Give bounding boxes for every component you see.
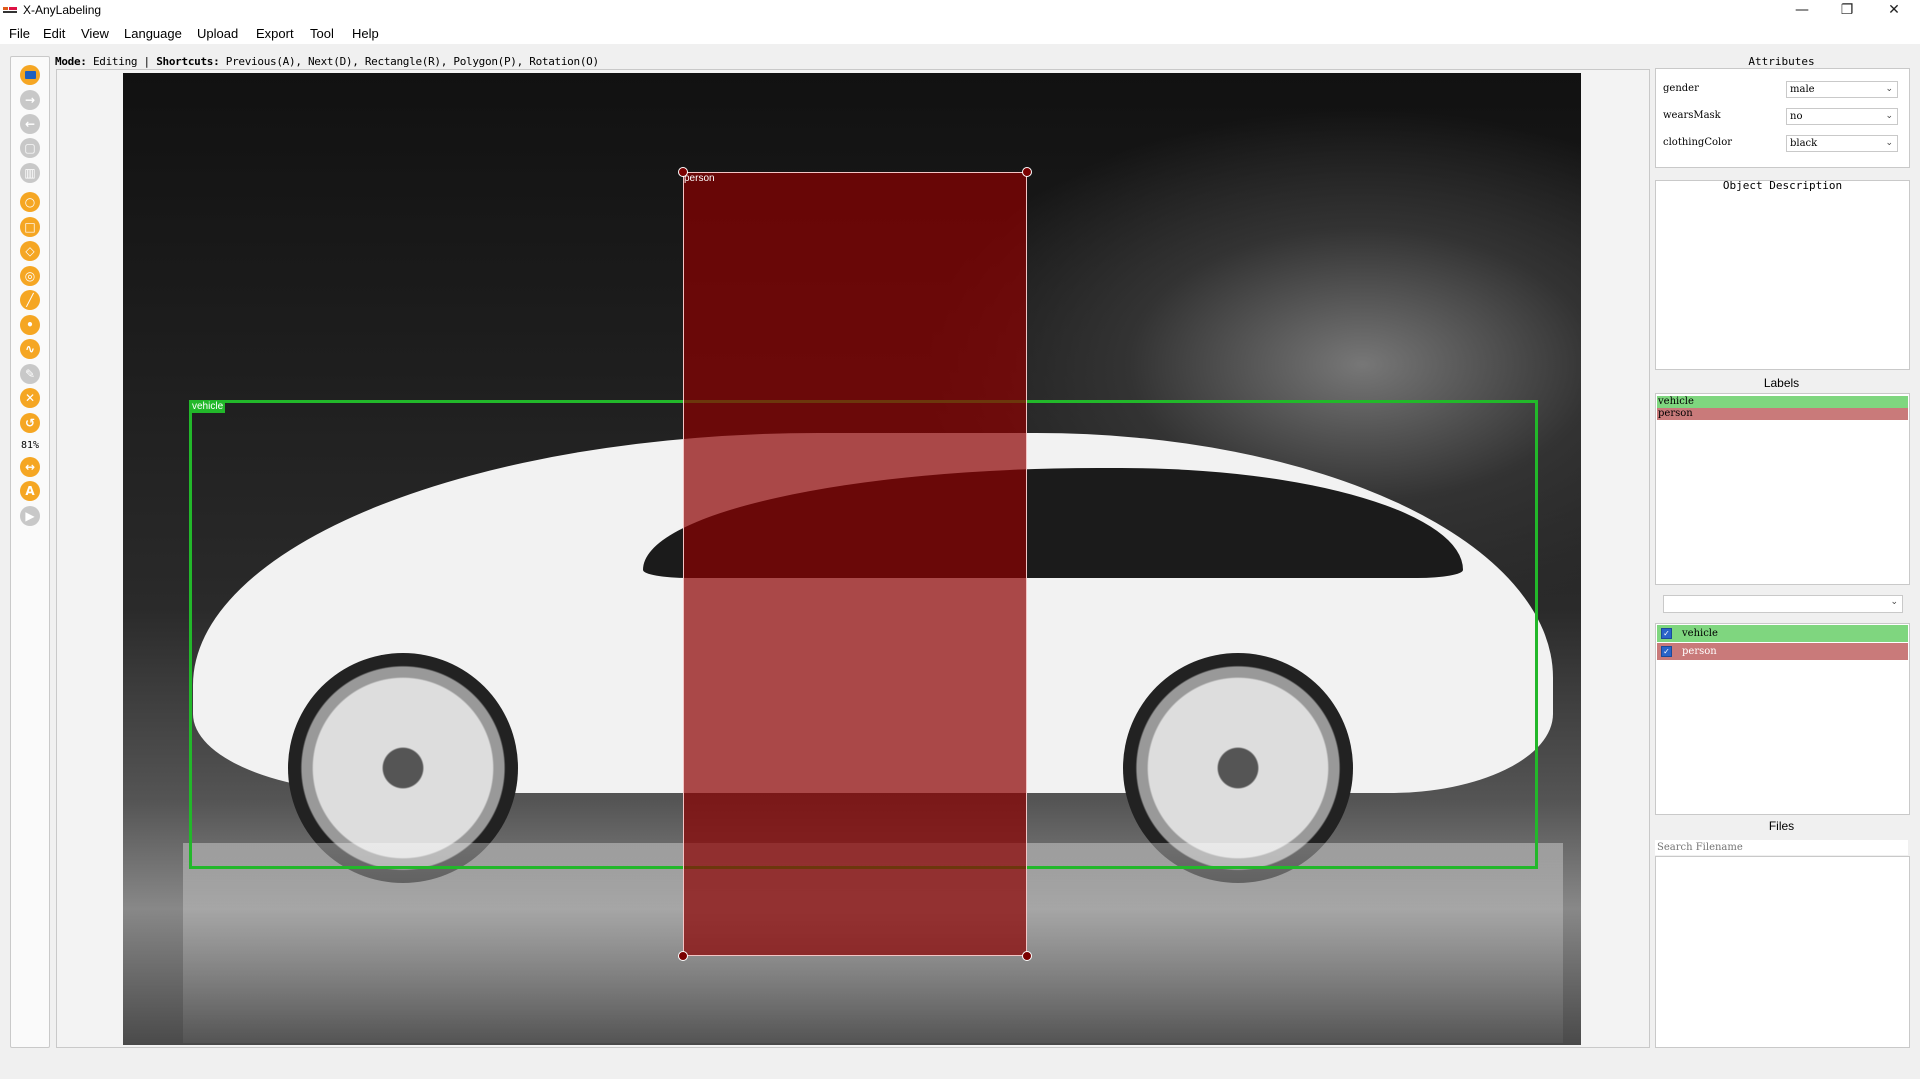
undo-icon[interactable]: ↺ — [18, 411, 42, 435]
files-title: Files — [1768, 819, 1795, 833]
menu-bar: File Edit View Language Upload Export To… — [0, 22, 1920, 44]
label-filter-combo[interactable]: ⌄ — [1663, 595, 1903, 613]
linestrip-icon[interactable]: ∿ — [18, 337, 42, 361]
object-description-title: Object Description — [1722, 179, 1843, 192]
attr-name-wearsmask: wearsMask — [1663, 110, 1721, 121]
app-logo-icon — [3, 5, 17, 15]
fit-width-icon[interactable]: ↔ — [18, 455, 42, 479]
shape-item-person[interactable]: ✓ person — [1657, 643, 1908, 660]
tool-bar: → ← ▢ ▥ ○ □ ◇ ◎ ╱ • ∿ ✎ ✕ ↺ 81% ↔ A ▶ — [10, 56, 50, 1048]
person-bounding-box[interactable] — [683, 172, 1027, 956]
shortcuts-key: Shortcuts: — [156, 55, 220, 68]
attr-select-gender[interactable]: male ⌄ — [1786, 81, 1898, 98]
mode-value: Editing — [92, 55, 138, 68]
vehicle-box-label: vehicle — [190, 401, 226, 413]
menu-upload[interactable]: Upload — [197, 26, 238, 41]
attr-select-wearsmask[interactable]: no ⌄ — [1786, 108, 1898, 125]
window-title: X-AnyLabeling — [23, 3, 102, 17]
attr-name-gender: gender — [1663, 83, 1699, 94]
object-description-panel[interactable]: Object Description — [1655, 179, 1910, 370]
attributes-panel: gender male ⌄ wearsMask no ⌄ clothingColor… — [1655, 68, 1910, 168]
circle-icon[interactable]: ○ — [18, 190, 42, 214]
zoom-level[interactable]: 81% — [11, 440, 49, 451]
menu-view[interactable]: View — [81, 26, 109, 41]
label-item-person[interactable]: person — [1657, 408, 1908, 420]
next-icon[interactable]: → — [18, 88, 42, 112]
open-folder-icon[interactable] — [18, 63, 42, 87]
title-bar: X-AnyLabeling — ❐ ✕ — [0, 0, 1920, 22]
menu-tool[interactable]: Tool — [310, 26, 334, 41]
mode-key: Mode: — [55, 55, 87, 68]
line-icon[interactable]: ╱ — [18, 288, 42, 312]
restore-icon[interactable]: ❐ — [1825, 0, 1869, 22]
delete-icon[interactable]: ▥ — [18, 161, 42, 185]
resize-handle-top-right[interactable] — [1022, 167, 1032, 177]
menu-language[interactable]: Language — [124, 26, 182, 41]
menu-help[interactable]: Help — [352, 26, 379, 41]
shape-item-vehicle[interactable]: ✓ vehicle — [1657, 625, 1908, 642]
checkbox-icon[interactable]: ✓ — [1661, 646, 1672, 657]
resize-handle-bottom-right[interactable] — [1022, 951, 1032, 961]
rotation-icon[interactable]: ◎ — [18, 264, 42, 288]
close-icon[interactable]: ✕ — [18, 386, 42, 410]
label-item-vehicle[interactable]: vehicle — [1657, 396, 1908, 408]
labels-list: vehicle person — [1655, 393, 1910, 585]
polygon-icon[interactable]: ◇ — [18, 239, 42, 263]
menu-export[interactable]: Export — [256, 26, 294, 41]
chevron-down-icon: ⌄ — [1885, 111, 1893, 121]
edit-icon[interactable]: ✎ — [18, 362, 42, 386]
chevron-down-icon: ⌄ — [1885, 138, 1893, 148]
menu-edit[interactable]: Edit — [43, 26, 65, 41]
menu-file[interactable]: File — [9, 26, 30, 41]
rectangle-icon[interactable]: □ — [18, 215, 42, 239]
shortcuts-value: Previous(A), Next(D), Rectangle(R), Poly… — [225, 55, 599, 68]
resize-handle-bottom-left[interactable] — [678, 951, 688, 961]
prev-icon[interactable]: ← — [18, 112, 42, 136]
files-list[interactable] — [1655, 856, 1910, 1048]
mode-status-line: Mode: Editing | Shortcuts: Previous(A), … — [55, 55, 599, 68]
labels-title: Labels — [1763, 376, 1800, 390]
attr-select-clothingcolor[interactable]: black ⌄ — [1786, 135, 1898, 152]
chevron-down-icon: ⌄ — [1890, 597, 1898, 607]
auto-label-icon[interactable]: A — [18, 479, 42, 503]
minimize-icon[interactable]: — — [1780, 0, 1824, 22]
chevron-down-icon: ⌄ — [1885, 84, 1893, 94]
shapes-list: ✓ vehicle ✓ person — [1655, 623, 1910, 815]
attr-name-clothingcolor: clothingColor — [1663, 137, 1732, 148]
save-icon[interactable]: ▢ — [18, 136, 42, 160]
person-box-label: person — [684, 173, 715, 184]
checkbox-icon[interactable]: ✓ — [1661, 628, 1672, 639]
resize-handle-top-left[interactable] — [678, 167, 688, 177]
search-filename-input[interactable] — [1655, 840, 1908, 855]
attributes-title: Attributes — [1748, 55, 1815, 68]
close-window-icon[interactable]: ✕ — [1872, 0, 1916, 22]
point-icon[interactable]: • — [18, 313, 42, 337]
run-icon[interactable]: ▶ — [18, 504, 42, 528]
